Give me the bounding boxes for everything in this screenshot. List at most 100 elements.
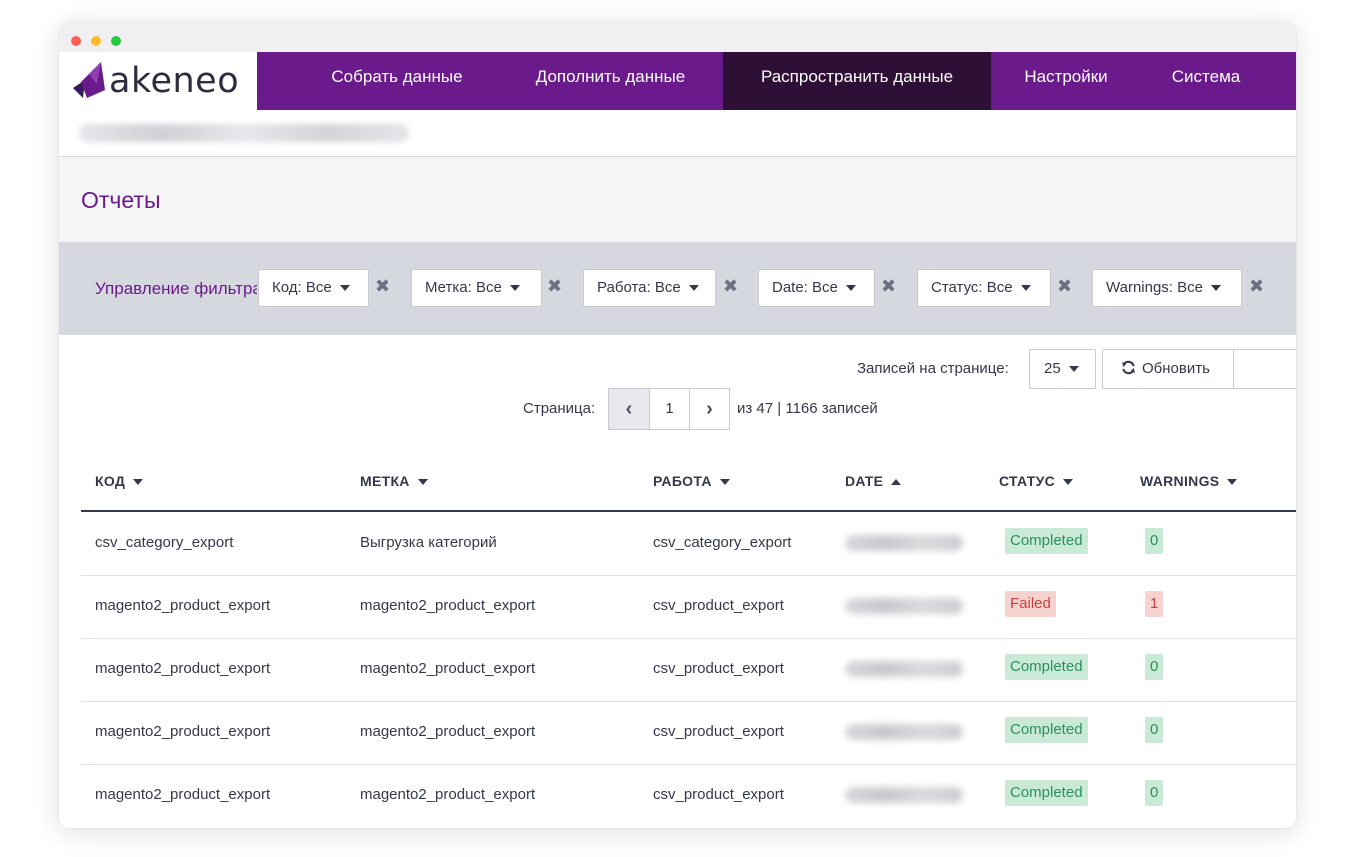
minimize-window-button[interactable] [91, 36, 101, 46]
column-header-date[interactable]: DATE [845, 473, 902, 489]
warnings-badge: 0 [1145, 528, 1164, 554]
status-badge: Completed [1005, 717, 1088, 743]
cell-code: magento2_product_export [95, 660, 271, 677]
filter-job-label: Работа: Все [597, 279, 681, 296]
per-page-select[interactable]: 25 [1029, 349, 1096, 389]
table-row[interactable]: magento2_product_export magento2_product… [81, 575, 1296, 639]
caret-down-icon [1068, 366, 1079, 373]
status-badge: Completed [1005, 528, 1088, 554]
top-navigation: akeneo Собрать данные Дополнить данные Р… [59, 52, 1296, 110]
table-row[interactable]: magento2_product_export magento2_product… [81, 638, 1296, 702]
warnings-badge: 0 [1145, 717, 1164, 743]
cell-code: csv_category_export [95, 534, 234, 551]
filter-status[interactable]: Статус: Все [917, 269, 1051, 307]
per-page-label: Записей на странице: [857, 360, 1009, 377]
filter-job[interactable]: Работа: Все [583, 269, 716, 307]
refresh-icon [1122, 360, 1135, 375]
chevron-right-icon: › [706, 398, 713, 420]
logo-text: akeneo [109, 61, 240, 101]
column-header-label-col[interactable]: МЕТКА [360, 473, 428, 489]
column-header-label: МЕТКА [360, 473, 410, 489]
cell-job: csv_product_export [653, 660, 784, 677]
sort-down-icon [1227, 479, 1238, 486]
column-header-job[interactable]: РАБОТА [653, 473, 730, 489]
refresh-button[interactable]: Обновить [1102, 349, 1234, 389]
nav-item-system[interactable]: Система [1144, 52, 1268, 110]
manage-filters-link[interactable]: Управление фильтрами [95, 279, 257, 299]
caret-down-icon [845, 285, 856, 292]
browser-window: akeneo Собрать данные Дополнить данные Р… [59, 22, 1296, 828]
nav-item-collect[interactable]: Собрать данные [300, 52, 494, 110]
cell-date-redacted [845, 724, 963, 740]
table-row[interactable]: csv_category_export Выгрузка категорий c… [81, 512, 1296, 576]
remove-filter-label-icon[interactable]: ✖ [547, 277, 562, 295]
filter-code[interactable]: Код: Все [258, 269, 369, 307]
cell-code: magento2_product_export [95, 786, 271, 803]
column-header-label: РАБОТА [653, 473, 712, 489]
filter-date-label: Date: Все [772, 279, 838, 296]
remove-filter-job-icon[interactable]: ✖ [723, 277, 738, 295]
nav-item-enrich[interactable]: Дополнить данные [503, 52, 718, 110]
remove-filter-status-icon[interactable]: ✖ [1057, 277, 1072, 295]
filter-code-label: Код: Все [272, 279, 332, 296]
table-header: КОД МЕТКА РАБОТА DATE СТАТУС WARNINGS [81, 452, 1296, 512]
cell-label: Выгрузка категорий [360, 534, 497, 551]
column-header-label: WARNINGS [1140, 473, 1220, 489]
table-row[interactable]: magento2_product_export magento2_product… [81, 764, 1296, 827]
column-header-warnings[interactable]: WARNINGS [1140, 473, 1238, 489]
warnings-badge: 0 [1145, 654, 1164, 680]
cell-label: magento2_product_export [360, 786, 536, 803]
cell-date-redacted [845, 661, 963, 677]
table-row[interactable]: magento2_product_export magento2_product… [81, 701, 1296, 765]
page-label: Страница: [523, 400, 596, 417]
previous-page-button[interactable]: ‹ [608, 388, 650, 430]
sort-up-icon [891, 479, 902, 486]
sort-down-icon [1063, 479, 1074, 486]
cell-label: magento2_product_export [360, 660, 536, 677]
remove-filter-date-icon[interactable]: ✖ [881, 277, 896, 295]
remove-filter-code-icon[interactable]: ✖ [375, 277, 390, 295]
cell-job: csv_product_export [653, 597, 784, 614]
next-page-button[interactable]: › [689, 388, 730, 430]
current-page-input[interactable]: 1 [649, 388, 690, 430]
caret-down-icon [339, 285, 350, 292]
page-header: Отчеты [59, 157, 1296, 242]
cell-date-redacted [845, 787, 963, 803]
remove-filter-warnings-icon[interactable]: ✖ [1249, 277, 1264, 295]
grid-options-button[interactable] [1233, 349, 1296, 389]
column-header-code[interactable]: КОД [95, 473, 144, 489]
status-badge: Failed [1005, 591, 1056, 617]
window-titlebar [59, 22, 1296, 52]
logo-link[interactable]: akeneo [59, 52, 257, 110]
cell-code: magento2_product_export [95, 597, 271, 614]
cell-date-redacted [845, 598, 963, 614]
filter-warnings[interactable]: Warnings: Все [1092, 269, 1242, 307]
cell-date-redacted [845, 535, 963, 551]
caret-down-icon [509, 285, 520, 292]
page-title: Отчеты [81, 187, 161, 213]
status-badge: Completed [1005, 780, 1088, 806]
column-header-status[interactable]: СТАТУС [999, 473, 1074, 489]
cell-job: csv_product_export [653, 786, 784, 803]
filter-status-label: Статус: Все [931, 279, 1013, 296]
nav-item-settings[interactable]: Настройки [999, 52, 1133, 110]
cell-label: magento2_product_export [360, 723, 536, 740]
cell-job: csv_category_export [653, 534, 792, 551]
filter-label-label: Метка: Все [425, 279, 502, 296]
breadcrumb [59, 110, 1296, 157]
per-page-value: 25 [1044, 360, 1061, 377]
nav-item-spread[interactable]: Распространить данные [723, 52, 991, 110]
sort-down-icon [133, 479, 144, 486]
warnings-badge: 1 [1145, 591, 1164, 617]
filter-bar: Управление фильтрами Код: Все ✖ Метка: В… [59, 242, 1296, 335]
close-window-button[interactable] [71, 36, 81, 46]
caret-down-icon [1020, 285, 1031, 292]
refresh-label: Обновить [1142, 360, 1210, 377]
filter-label[interactable]: Метка: Все [411, 269, 542, 307]
filter-warnings-label: Warnings: Все [1106, 279, 1203, 296]
breadcrumb-redacted [79, 124, 409, 142]
sort-down-icon [719, 479, 730, 486]
status-badge: Completed [1005, 654, 1088, 680]
maximize-window-button[interactable] [111, 36, 121, 46]
filter-date[interactable]: Date: Все [758, 269, 875, 307]
